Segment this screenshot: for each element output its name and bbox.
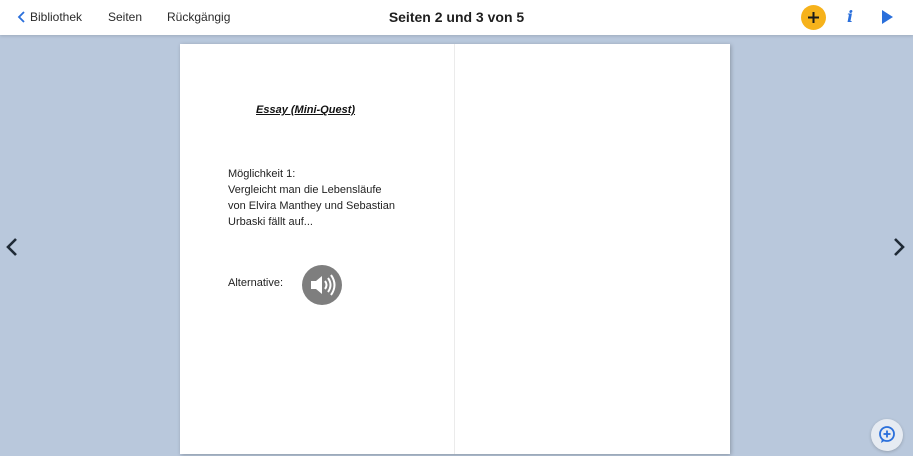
option-paragraph: Möglichkeit 1: Vergleicht man die Lebens… — [228, 166, 428, 230]
top-toolbar: Bibliothek Seiten Rückgängig Seiten 2 un… — [0, 0, 913, 35]
chevron-right-icon — [894, 238, 905, 256]
audio-play-button[interactable] — [302, 265, 342, 305]
back-link-label: Bibliothek — [30, 10, 83, 24]
pages-link[interactable]: Seiten — [108, 0, 142, 35]
option-line: Urbaski fällt auf... — [228, 216, 313, 228]
next-page-arrow[interactable] — [892, 236, 906, 258]
plus-icon — [808, 12, 819, 23]
undo-link[interactable]: Rückgängig — [167, 0, 230, 35]
option-line: Vergleicht man die Lebensläufe — [228, 184, 382, 196]
book-page-spread: Essay (Mini-Quest) Möglichkeit 1: Vergle… — [180, 44, 730, 454]
alternative-label: Alternative: — [228, 277, 284, 289]
play-icon — [882, 10, 893, 24]
chevron-left-icon — [6, 238, 17, 256]
info-button[interactable]: i — [842, 6, 858, 28]
page-fold-divider — [454, 44, 455, 454]
previous-page-arrow[interactable] — [5, 236, 19, 258]
chat-add-button[interactable] — [871, 419, 903, 451]
play-button[interactable] — [880, 9, 894, 25]
info-icon: i — [846, 7, 854, 26]
speaker-icon — [311, 274, 336, 296]
add-button[interactable] — [801, 5, 826, 30]
essay-heading: Essay (Mini-Quest) — [256, 104, 356, 116]
chat-add-icon — [879, 426, 895, 443]
chevron-left-icon — [17, 11, 25, 23]
option-line: Möglichkeit 1: — [228, 168, 296, 180]
back-to-library-link[interactable]: Bibliothek — [17, 0, 82, 35]
option-line: von Elvira Manthey und Sebastian — [228, 200, 395, 212]
